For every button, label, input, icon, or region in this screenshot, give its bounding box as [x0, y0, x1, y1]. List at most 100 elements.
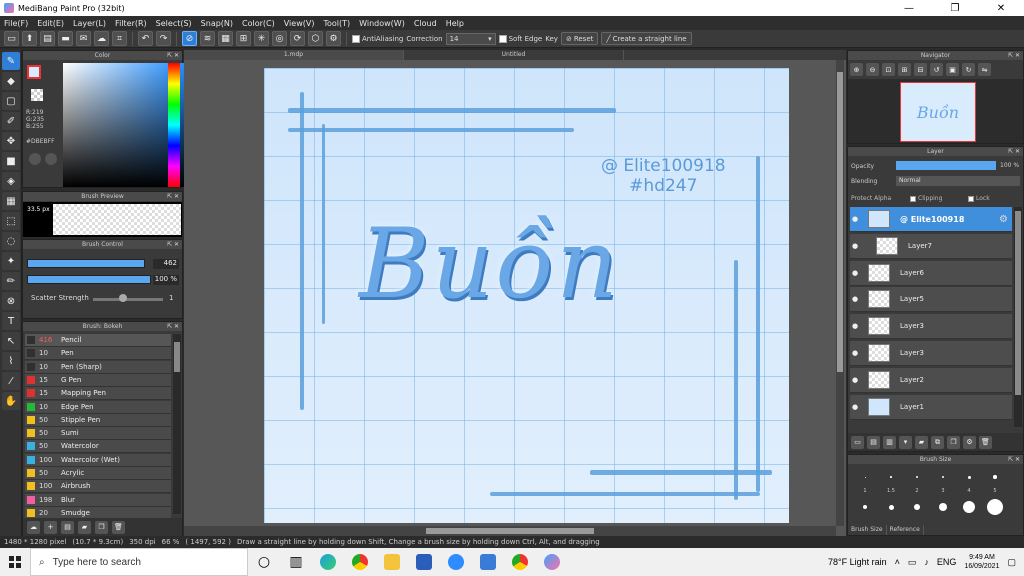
- select-eraser-icon[interactable]: ⊗: [2, 292, 20, 310]
- straight-line-button[interactable]: ╱ Create a straight line: [601, 32, 692, 45]
- brush-item[interactable]: 10 Edge Pen: [25, 400, 171, 414]
- brush-size-preset[interactable]: [982, 499, 1008, 515]
- fill-shape-icon[interactable]: ■: [2, 152, 20, 170]
- brush-size-preset[interactable]: [930, 499, 956, 515]
- notification-icon[interactable]: ▢: [1007, 557, 1016, 568]
- brush-opacity-slider[interactable]: [27, 275, 151, 284]
- menu-snap[interactable]: Snap(N): [201, 19, 233, 28]
- undo-icon[interactable]: ↶: [138, 31, 153, 46]
- zoom-out-icon[interactable]: ⊖: [866, 63, 879, 76]
- snap-parallel-icon[interactable]: ≋: [200, 31, 215, 46]
- brush-item[interactable]: 100 Watercolor (Wet): [25, 453, 171, 467]
- menu-cloud[interactable]: Cloud: [414, 19, 437, 28]
- tab-untitled[interactable]: Untitled: [404, 50, 624, 60]
- zoom-app-icon[interactable]: [440, 548, 472, 576]
- delete-icon[interactable]: 🗑: [112, 520, 125, 534]
- layer-item[interactable]: ● Layer1: [850, 394, 1012, 420]
- brush-item[interactable]: 15 G Pen: [25, 373, 171, 387]
- text-tool-icon[interactable]: T: [2, 312, 20, 330]
- start-button[interactable]: [0, 548, 30, 576]
- layer-item[interactable]: ● Layer2: [850, 367, 1012, 393]
- snap-curve-icon[interactable]: ⟳: [290, 31, 305, 46]
- brush-item[interactable]: 50 Sumi: [25, 427, 171, 441]
- new-halftone-layer-icon[interactable]: ▤: [867, 435, 880, 449]
- brush-size-preset[interactable]: [852, 499, 878, 515]
- layer-item[interactable]: ● Layer5: [850, 287, 1012, 313]
- menu-view[interactable]: View(V): [284, 19, 315, 28]
- brush-size-preset[interactable]: [956, 469, 982, 485]
- network-icon[interactable]: ▭: [908, 557, 917, 568]
- brush-tool-icon[interactable]: ✎: [2, 52, 20, 70]
- brush-item[interactable]: 100 Airbrush: [25, 480, 171, 494]
- brush-item[interactable]: 416 Pencil: [25, 334, 171, 347]
- layer-visibility-icon[interactable]: ●: [850, 322, 860, 330]
- divide-tool-icon[interactable]: ⌇: [2, 352, 20, 370]
- maximize-button[interactable]: ❐: [932, 0, 978, 16]
- menu-color[interactable]: Color(C): [242, 19, 275, 28]
- layer-menu-icon[interactable]: ▾: [899, 435, 912, 449]
- select-tool-icon[interactable]: ⬚: [2, 212, 20, 230]
- eraser-tool-icon[interactable]: ◆: [2, 72, 20, 90]
- reset-button[interactable]: ⊘ Reset: [560, 32, 599, 45]
- navigator-thumbnail[interactable]: Buồn: [848, 79, 1023, 143]
- brush-item[interactable]: 15 Mapping Pen: [25, 387, 171, 401]
- foreground-color-swatch[interactable]: [27, 65, 41, 79]
- brush-size-preset[interactable]: [904, 499, 930, 515]
- menu-edit[interactable]: Edit(E): [37, 19, 64, 28]
- horizontal-scrollbar[interactable]: [184, 526, 836, 536]
- gradient-tool-icon[interactable]: ▦: [2, 192, 20, 210]
- layer-visibility-icon[interactable]: ●: [850, 269, 860, 277]
- brush-size-preset[interactable]: [852, 469, 878, 485]
- layer-visibility-icon[interactable]: ●: [850, 403, 860, 411]
- blending-select[interactable]: Normal: [896, 176, 1020, 186]
- layer-folder-icon[interactable]: ▰: [915, 435, 928, 449]
- select-pen-icon[interactable]: ✏: [2, 272, 20, 290]
- brush-size-preset[interactable]: [956, 499, 982, 515]
- eyedropper-icon[interactable]: ⁄: [2, 372, 20, 390]
- brush-size-preset[interactable]: [878, 469, 904, 485]
- brush-list-scrollbar[interactable]: [173, 334, 181, 514]
- actual-size-icon[interactable]: ⊞: [898, 63, 911, 76]
- layer-item[interactable]: ● @ Elite100918 ⚙: [850, 207, 1012, 232]
- rotate-left-icon[interactable]: ↺: [930, 63, 943, 76]
- rotate-reset-icon[interactable]: ▣: [946, 63, 959, 76]
- redo-icon[interactable]: ↷: [156, 31, 171, 46]
- menu-select[interactable]: Select(S): [156, 19, 192, 28]
- drawing-canvas[interactable]: @ Elite100918 #hd247 Buồn: [264, 68, 789, 523]
- tab-reference[interactable]: Reference: [887, 525, 924, 535]
- color-settings-icon[interactable]: [45, 153, 57, 165]
- brush-size-preset[interactable]: [878, 499, 904, 515]
- layer-item[interactable]: ● Layer3: [850, 341, 1012, 366]
- brush-item[interactable]: 198 Blur: [25, 493, 171, 507]
- snap-perspective-icon[interactable]: ⬡: [308, 31, 323, 46]
- folder-icon[interactable]: ▰: [78, 520, 91, 534]
- crop-icon[interactable]: ⌗: [112, 31, 127, 46]
- hue-slider[interactable]: [168, 63, 180, 187]
- dot-tool-icon[interactable]: ▢: [2, 92, 20, 110]
- edge-browser-icon[interactable]: [312, 548, 344, 576]
- layer-settings-icon[interactable]: ⚙: [999, 214, 1008, 225]
- layer-settings-icon[interactable]: ⚙: [963, 435, 976, 449]
- menu-help[interactable]: Help: [446, 19, 464, 28]
- clipping-checkbox[interactable]: Clipping: [910, 195, 942, 202]
- bucket-tool-icon[interactable]: ◈: [2, 172, 20, 190]
- layer-visibility-icon[interactable]: ●: [850, 295, 860, 303]
- layer-scrollbar[interactable]: [1014, 207, 1022, 427]
- panel-close-icon[interactable]: ⇱ ✕: [167, 240, 179, 249]
- panel-close-icon[interactable]: ⇱ ✕: [167, 192, 179, 201]
- brush-size-slider[interactable]: [27, 259, 145, 268]
- soft-edge-checkbox[interactable]: Soft Edge: [498, 34, 542, 43]
- snap-radial-icon[interactable]: ✳: [254, 31, 269, 46]
- rotate-right-icon[interactable]: ↻: [962, 63, 975, 76]
- brush-size-preset[interactable]: [930, 469, 956, 485]
- duplicate-layer-icon[interactable]: ❐: [947, 435, 960, 449]
- panel-close-icon[interactable]: ⇱ ✕: [1008, 51, 1020, 60]
- new-layer-icon[interactable]: ▭: [851, 435, 864, 449]
- zoom-reset-icon[interactable]: ⊟: [914, 63, 927, 76]
- snap-grid-icon[interactable]: ▦: [218, 31, 233, 46]
- palette-icon[interactable]: [29, 153, 41, 165]
- word-icon[interactable]: [408, 548, 440, 576]
- tab-brush-size[interactable]: Brush Size: [848, 525, 887, 535]
- taskbar-search-box[interactable]: ⌕ Type here to search: [30, 548, 248, 576]
- layer-visibility-icon[interactable]: ●: [850, 376, 860, 384]
